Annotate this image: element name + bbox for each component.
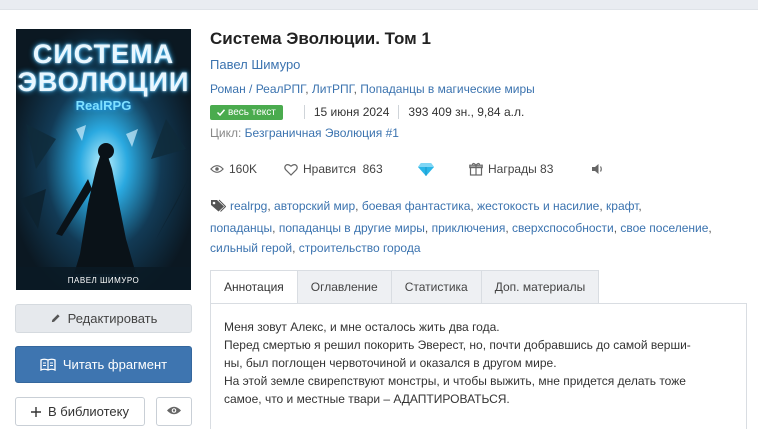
check-icon: [217, 108, 225, 116]
annotation-panel: Меня зовут Алекс, и мне осталось жить дв…: [210, 303, 747, 429]
annotation-line: самое, что и местные твари – АДАПТИРОВАТ…: [224, 392, 510, 406]
tag-link[interactable]: строительство города: [299, 241, 421, 255]
cycle-label: Цикл:: [210, 126, 242, 140]
cycle-info: Цикл: Безграничная Эволюция #1: [210, 126, 399, 140]
tag-link[interactable]: попаданцы: [210, 221, 272, 235]
tags-list: realrpg, авторский мир, боевая фантастик…: [210, 198, 712, 255]
annotation-line: Меня зовут Алекс, и мне осталось жить дв…: [224, 320, 500, 334]
tag-icon: [210, 198, 227, 218]
eye-icon: [166, 404, 182, 419]
plus-icon: [30, 406, 41, 417]
tag-link[interactable]: авторский мир: [274, 199, 355, 213]
cover-subtitle: RealRPG: [75, 98, 132, 113]
book-size: 393 409 зн., 9,84 а.л.: [408, 105, 525, 119]
tag-link[interactable]: попаданцы в другие миры: [279, 221, 425, 235]
read-fragment-label: Читать фрагмент: [62, 357, 168, 372]
add-to-library-button[interactable]: В библиотеку: [15, 397, 145, 426]
tag-link[interactable]: боевая фантастика: [362, 199, 471, 213]
full-text-badge: весь текст: [210, 104, 283, 120]
author-link[interactable]: Павел Шимуро: [210, 57, 300, 72]
cover-title-line2: ЭВОЛЮЦИИ: [17, 67, 190, 97]
heart-icon: [284, 163, 298, 176]
tag-link[interactable]: крафт: [606, 199, 638, 213]
add-to-library-label: В библиотеку: [47, 404, 129, 419]
annotation-line: Перед смертью я решил покорить Эверест, …: [224, 338, 691, 352]
diamond-button[interactable]: [417, 160, 440, 178]
tag-link[interactable]: свое поселение: [620, 221, 708, 235]
book-cover[interactable]: СИСТЕМА ЭВОЛЮЦИИ RealRPG ПАВЕЛ ШИМУРО: [16, 29, 191, 290]
genre-link[interactable]: Роман / РеалРПГ: [210, 82, 305, 96]
book-tabs: Аннотация Оглавление Статистика Доп. мат…: [210, 270, 600, 304]
views-stat: 160K: [210, 160, 257, 178]
genres: Роман / РеалРПГ, ЛитРПГ, Попаданцы в маг…: [210, 82, 535, 96]
pencil-icon: [50, 313, 61, 324]
cover-title-line1: СИСТЕМА: [32, 39, 175, 69]
tab-contents[interactable]: Оглавление: [297, 270, 392, 304]
genre-link[interactable]: Попаданцы в магические миры: [360, 82, 534, 96]
diamond-icon: [418, 162, 434, 176]
edit-button[interactable]: Редактировать: [15, 304, 192, 333]
edit-button-label: Редактировать: [67, 311, 158, 326]
awards-button[interactable]: Награды 83: [469, 160, 553, 178]
tag-link[interactable]: сильный герой: [210, 241, 292, 255]
tag-link[interactable]: жестокость и насилие: [477, 199, 599, 213]
read-fragment-button[interactable]: Читать фрагмент: [15, 346, 192, 383]
cover-author: ПАВЕЛ ШИМУРО: [67, 276, 140, 285]
eye-icon: [210, 165, 224, 173]
genre-link[interactable]: ЛитРПГ: [312, 82, 354, 96]
tag-link[interactable]: сверхспособности: [512, 221, 614, 235]
annotation-line: ны, был поглощен червоточиной и оказался…: [224, 356, 557, 370]
cycle-link[interactable]: Безграничная Эволюция #1: [245, 126, 399, 140]
tag-link[interactable]: приключения: [432, 221, 506, 235]
tab-annotation[interactable]: Аннотация: [210, 270, 298, 304]
speaker-icon: [592, 164, 602, 174]
book-open-icon: [40, 358, 56, 371]
tag-link[interactable]: realrpg: [230, 199, 267, 213]
publish-date: 15 июня 2024: [313, 105, 390, 119]
likes-count: 863: [362, 162, 383, 176]
like-button[interactable]: Нравится 863: [284, 160, 383, 178]
gift-icon: [469, 162, 483, 176]
book-meta: весь текст 15 июня 2024 393 409 зн., 9,8…: [210, 103, 524, 121]
top-bar: [0, 0, 758, 10]
watch-button[interactable]: [156, 397, 192, 426]
tab-extra-materials[interactable]: Доп. материалы: [481, 270, 600, 304]
annotation-line: На этой земле свирепствуют монстры, и чт…: [224, 374, 686, 388]
audio-button[interactable]: [591, 160, 609, 178]
tab-statistics[interactable]: Статистика: [391, 270, 482, 304]
awards-count: 83: [540, 162, 554, 176]
book-title: Система Эволюции. Том 1: [210, 29, 431, 48]
